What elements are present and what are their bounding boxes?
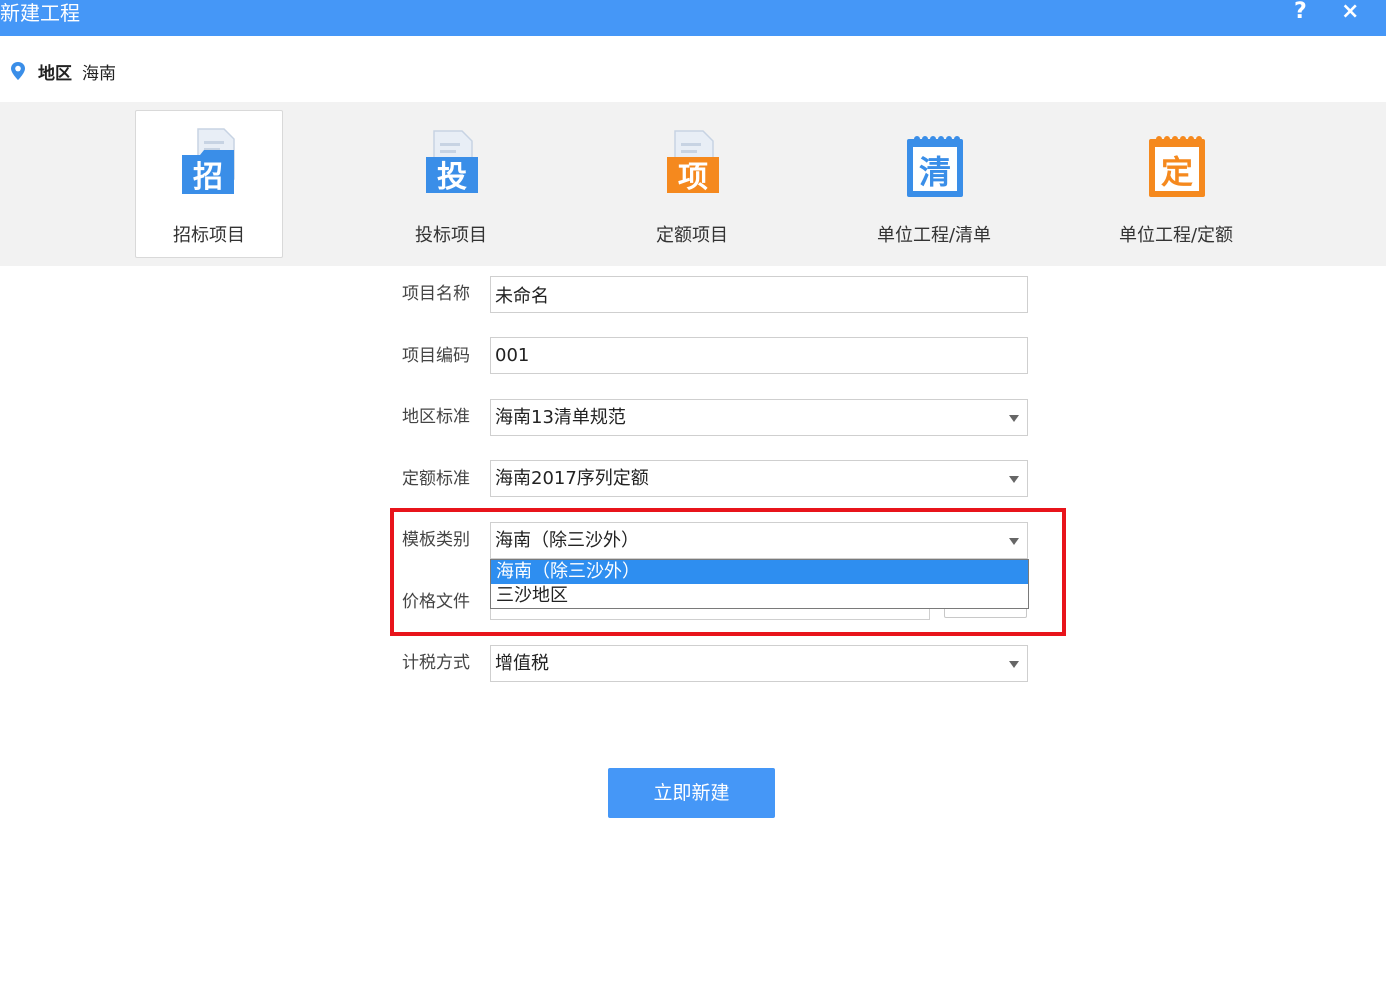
unit-quota-icon-char: 定 bbox=[1161, 153, 1193, 191]
project-type-unit-quota[interactable]: 定 单位工程/定额 bbox=[1102, 110, 1250, 258]
region-label: 地区 bbox=[38, 63, 72, 84]
chevron-down-icon[interactable] bbox=[1009, 661, 1019, 668]
region-value[interactable]: 海南 bbox=[82, 59, 116, 84]
chevron-down-icon[interactable] bbox=[1009, 415, 1019, 422]
project-code-label: 项目编码 bbox=[402, 346, 470, 366]
project-type-unit-bill[interactable]: 清 单位工程/清单 bbox=[860, 110, 1008, 258]
project-name-label: 项目名称 bbox=[402, 284, 470, 304]
template-option-hainan[interactable]: 海南（除三沙外） bbox=[491, 560, 1028, 584]
project-name-field[interactable] bbox=[490, 276, 1028, 313]
quota-standard-select[interactable]: 海南2017序列定额 bbox=[490, 460, 1028, 497]
close-button[interactable]: × bbox=[1341, 0, 1359, 24]
project-name-input[interactable] bbox=[495, 277, 1027, 312]
title-bar: 新建工程 ? × bbox=[0, 0, 1386, 36]
bill-notepad-icon: 清 bbox=[907, 136, 963, 197]
chevron-down-icon[interactable] bbox=[1009, 476, 1019, 483]
create-now-button[interactable]: 立即新建 bbox=[608, 768, 775, 818]
tender-icon-char: 招 bbox=[193, 160, 223, 195]
template-option-sansha[interactable]: 三沙地区 bbox=[491, 584, 1028, 608]
template-type-dropdown: 海南（除三沙外） 三沙地区 bbox=[490, 559, 1029, 609]
quota-standard-label: 定额标准 bbox=[402, 469, 470, 489]
quota-standard-value: 海南2017序列定额 bbox=[495, 468, 649, 489]
tax-method-value: 增值税 bbox=[495, 653, 549, 674]
bid-folder-icon: 投 bbox=[426, 130, 478, 195]
project-type-label: 单位工程/清单 bbox=[876, 225, 992, 246]
project-type-label: 单位工程/定额 bbox=[1118, 225, 1234, 246]
region-standard-label: 地区标准 bbox=[402, 407, 470, 427]
project-code-field[interactable] bbox=[490, 337, 1028, 374]
window-title: 新建工程 bbox=[0, 1, 80, 25]
quota-notepad-icon: 定 bbox=[1149, 136, 1205, 197]
project-type-bid[interactable]: 投 投标项目 bbox=[377, 110, 525, 258]
help-button[interactable]: ? bbox=[1294, 0, 1307, 24]
tax-method-select[interactable]: 增值税 bbox=[490, 645, 1028, 682]
location-pin-icon bbox=[11, 62, 25, 80]
project-type-label: 招标项目 bbox=[173, 225, 245, 246]
project-type-tender[interactable]: 招 招标项目 bbox=[135, 110, 283, 258]
bill-icon-char: 清 bbox=[919, 153, 951, 191]
project-code-input[interactable] bbox=[495, 338, 1027, 373]
project-type-bar: 招 招标项目 投 投标项目 项 定额项目 清 单位工程/清单 定 单位工程/定额 bbox=[0, 102, 1386, 266]
quota-icon-char: 项 bbox=[678, 160, 708, 195]
project-type-label: 定额项目 bbox=[656, 225, 728, 246]
tax-method-label: 计税方式 bbox=[402, 653, 470, 673]
project-type-label: 投标项目 bbox=[415, 225, 487, 246]
region-standard-value: 海南13清单规范 bbox=[495, 407, 626, 428]
region-standard-select[interactable]: 海南13清单规范 bbox=[490, 399, 1028, 436]
region-row: 地区 海南 bbox=[10, 58, 116, 84]
tender-folder-icon: 招 bbox=[182, 128, 235, 195]
project-type-quota[interactable]: 项 定额项目 bbox=[618, 110, 766, 258]
quota-folder-icon: 项 bbox=[667, 130, 719, 195]
bid-icon-char: 投 bbox=[437, 160, 467, 195]
